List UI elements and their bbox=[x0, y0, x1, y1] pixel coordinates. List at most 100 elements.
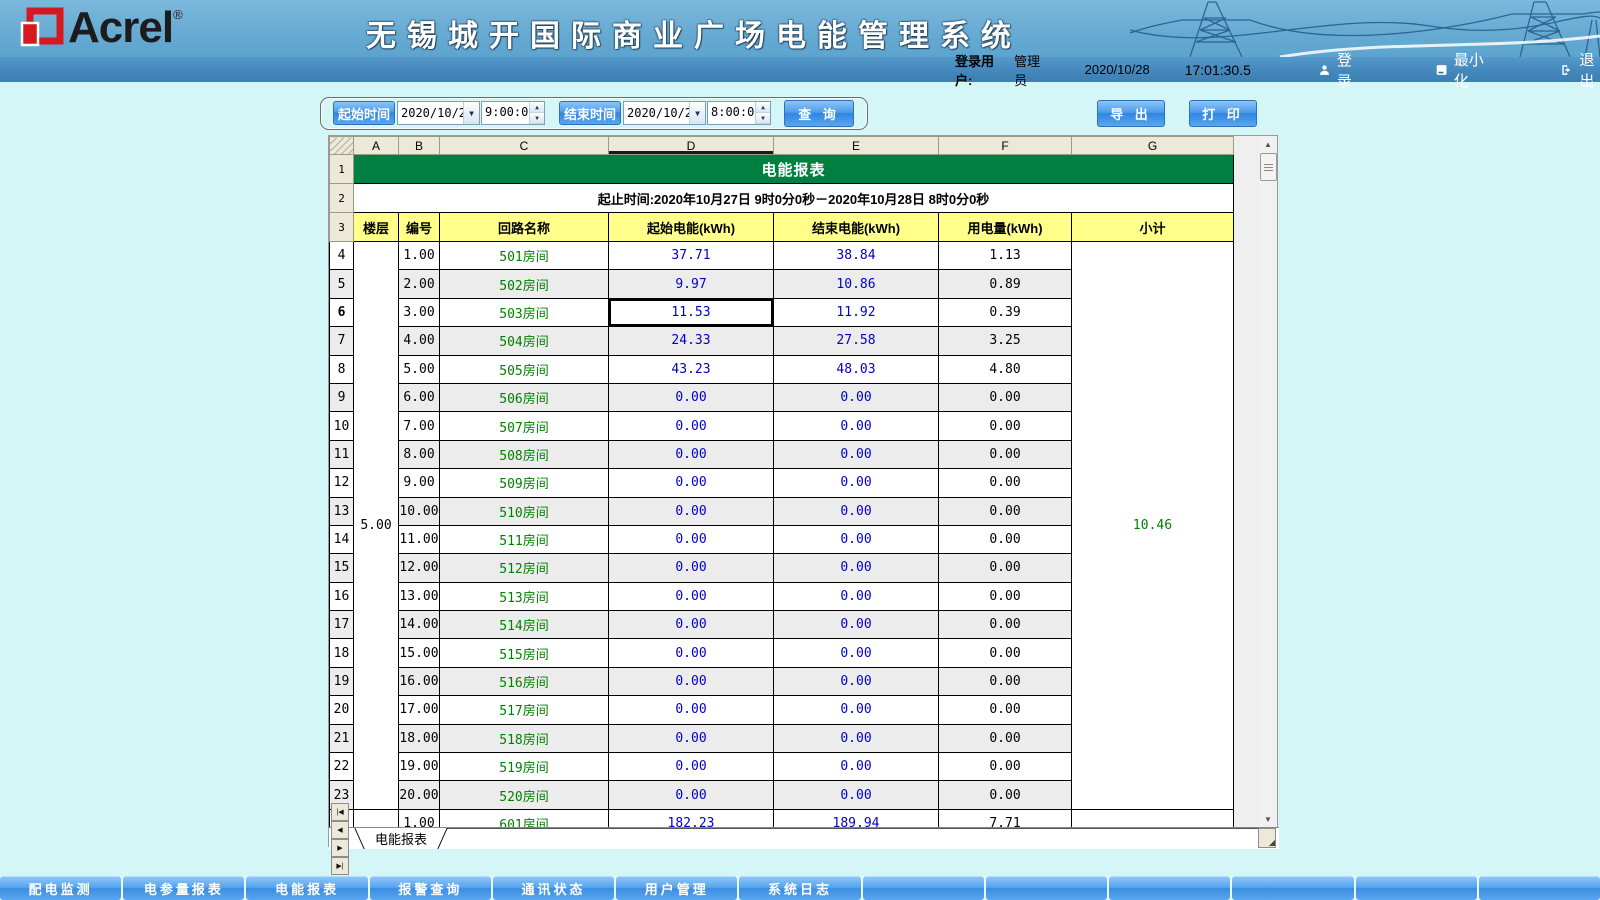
row-header-20[interactable]: 20 bbox=[330, 696, 354, 724]
nav-item-通讯状态[interactable]: 通讯状态 bbox=[493, 876, 614, 900]
cell-no-row14[interactable]: 11.00 bbox=[399, 525, 440, 553]
start-time-spinner[interactable]: 9:00:00 ▲▼ bbox=[481, 101, 545, 125]
cell-start-row10[interactable]: 0.00 bbox=[609, 412, 774, 440]
query-button[interactable]: 查 询 bbox=[784, 100, 854, 127]
cell-name-row18[interactable]: 515房间 bbox=[440, 639, 609, 667]
row-header-5[interactable]: 5 bbox=[330, 270, 354, 298]
cell-start-row12[interactable]: 0.00 bbox=[609, 469, 774, 497]
cell-end-row9[interactable]: 0.00 bbox=[774, 383, 939, 411]
login-button[interactable]: 登录 bbox=[1319, 49, 1358, 91]
cell-start-row22[interactable]: 0.00 bbox=[609, 753, 774, 781]
cell-start-row14[interactable]: 0.00 bbox=[609, 525, 774, 553]
cell-start-row16[interactable]: 0.00 bbox=[609, 582, 774, 610]
row-header-7[interactable]: 7 bbox=[330, 327, 354, 355]
cell-name-row9[interactable]: 506房间 bbox=[440, 383, 609, 411]
scroll-next-icon[interactable]: ▶ bbox=[331, 839, 349, 857]
field-header-3[interactable]: 起始电能(kWh) bbox=[609, 213, 774, 242]
cell-name-row15[interactable]: 512房间 bbox=[440, 554, 609, 582]
subtotal-cell-group1[interactable] bbox=[1072, 809, 1234, 827]
column-header-E[interactable]: E bbox=[774, 137, 939, 155]
cell-start-row17[interactable]: 0.00 bbox=[609, 611, 774, 639]
cell-end-row8[interactable]: 48.03 bbox=[774, 355, 939, 383]
cell-start-row9[interactable]: 0.00 bbox=[609, 383, 774, 411]
cell-usage-row20[interactable]: 0.00 bbox=[939, 696, 1072, 724]
cell-no-row10[interactable]: 7.00 bbox=[399, 412, 440, 440]
cell-no-row5[interactable]: 2.00 bbox=[399, 270, 440, 298]
nav-item-empty-9[interactable] bbox=[1109, 876, 1230, 900]
cell-end-row13[interactable]: 0.00 bbox=[774, 497, 939, 525]
minimize-button[interactable]: 最小化 bbox=[1436, 49, 1486, 91]
cell-name-row14[interactable]: 511房间 bbox=[440, 525, 609, 553]
cell-start-row4[interactable]: 37.71 bbox=[609, 242, 774, 270]
cell-start-row15[interactable]: 0.00 bbox=[609, 554, 774, 582]
cell-no-row21[interactable]: 18.00 bbox=[399, 724, 440, 752]
row-header-10[interactable]: 10 bbox=[330, 412, 354, 440]
column-header-B[interactable]: B bbox=[399, 137, 440, 155]
nav-item-电能报表[interactable]: 电能报表 bbox=[246, 876, 367, 900]
row-header-16[interactable]: 16 bbox=[330, 582, 354, 610]
cell-usage-row12[interactable]: 0.00 bbox=[939, 469, 1072, 497]
cell-no-row9[interactable]: 6.00 bbox=[399, 383, 440, 411]
print-button[interactable]: 打 印 bbox=[1189, 100, 1257, 127]
cell-usage-row9[interactable]: 0.00 bbox=[939, 383, 1072, 411]
subtotal-cell-group0[interactable]: 10.46 bbox=[1072, 242, 1234, 810]
chevron-down-icon[interactable]: ▼ bbox=[689, 102, 705, 124]
cell-name-row6[interactable]: 503房间 bbox=[440, 298, 609, 326]
start-date-dropdown[interactable]: 2020/10/27 ▼ bbox=[397, 101, 480, 125]
column-header-F[interactable]: F bbox=[939, 137, 1072, 155]
cell-no-row18[interactable]: 15.00 bbox=[399, 639, 440, 667]
report-title[interactable]: 电能报表 bbox=[354, 155, 1234, 184]
cell-usage-row10[interactable]: 0.00 bbox=[939, 412, 1072, 440]
cell-end-row24[interactable]: 189.94 bbox=[774, 809, 939, 827]
cell-usage-row13[interactable]: 0.00 bbox=[939, 497, 1072, 525]
row-header-13[interactable]: 13 bbox=[330, 497, 354, 525]
cell-start-row20[interactable]: 0.00 bbox=[609, 696, 774, 724]
cell-no-row6[interactable]: 3.00 bbox=[399, 298, 440, 326]
sheet-tab[interactable]: 电能报表 bbox=[355, 828, 447, 849]
nav-item-配电监测[interactable]: 配电监测 bbox=[0, 876, 121, 900]
cell-usage-row24[interactable]: 7.71 bbox=[939, 809, 1072, 827]
cell-no-row11[interactable]: 8.00 bbox=[399, 440, 440, 468]
end-time-spinner[interactable]: 8:00:00 ▲▼ bbox=[707, 101, 771, 125]
cell-start-row11[interactable]: 0.00 bbox=[609, 440, 774, 468]
field-header-1[interactable]: 编号 bbox=[399, 213, 440, 242]
cell-name-row8[interactable]: 505房间 bbox=[440, 355, 609, 383]
cell-no-row8[interactable]: 5.00 bbox=[399, 355, 440, 383]
column-header-G[interactable]: G bbox=[1072, 137, 1234, 155]
row-header-17[interactable]: 17 bbox=[330, 611, 354, 639]
cell-name-row10[interactable]: 507房间 bbox=[440, 412, 609, 440]
cell-usage-row17[interactable]: 0.00 bbox=[939, 611, 1072, 639]
cell-start-row6[interactable]: 11.53 bbox=[609, 298, 774, 326]
cell-no-row15[interactable]: 12.00 bbox=[399, 554, 440, 582]
cell-usage-row23[interactable]: 0.00 bbox=[939, 781, 1072, 809]
cell-no-row16[interactable]: 13.00 bbox=[399, 582, 440, 610]
cell-no-row20[interactable]: 17.00 bbox=[399, 696, 440, 724]
row-header-3[interactable]: 3 bbox=[330, 213, 354, 242]
cell-start-row18[interactable]: 0.00 bbox=[609, 639, 774, 667]
export-button[interactable]: 导 出 bbox=[1097, 100, 1165, 127]
cell-no-row13[interactable]: 10.00 bbox=[399, 497, 440, 525]
cell-usage-row15[interactable]: 0.00 bbox=[939, 554, 1072, 582]
cell-name-row21[interactable]: 518房间 bbox=[440, 724, 609, 752]
cell-end-row14[interactable]: 0.00 bbox=[774, 525, 939, 553]
nav-item-系统日志[interactable]: 系统日志 bbox=[739, 876, 860, 900]
spin-down-icon[interactable]: ▼ bbox=[530, 113, 544, 124]
cell-end-row12[interactable]: 0.00 bbox=[774, 469, 939, 497]
cell-end-row21[interactable]: 0.00 bbox=[774, 724, 939, 752]
cell-no-row19[interactable]: 16.00 bbox=[399, 667, 440, 695]
floor-cell-group1[interactable] bbox=[354, 809, 399, 827]
nav-item-empty-7[interactable] bbox=[863, 876, 984, 900]
cell-usage-row11[interactable]: 0.00 bbox=[939, 440, 1072, 468]
cell-start-row7[interactable]: 24.33 bbox=[609, 327, 774, 355]
floor-cell-group0[interactable]: 5.00 bbox=[354, 242, 399, 810]
spin-down-icon[interactable]: ▼ bbox=[756, 113, 770, 124]
row-header-2[interactable]: 2 bbox=[330, 184, 354, 213]
nav-item-empty-12[interactable] bbox=[1479, 876, 1600, 900]
cell-end-row6[interactable]: 11.92 bbox=[774, 298, 939, 326]
cell-no-row4[interactable]: 1.00 bbox=[399, 242, 440, 270]
cell-name-row17[interactable]: 514房间 bbox=[440, 611, 609, 639]
row-header-9[interactable]: 9 bbox=[330, 383, 354, 411]
report-period[interactable]: 起止时间:2020年10月27日 9时0分0秒－2020年10月28日 8时0分… bbox=[354, 184, 1234, 213]
cell-start-row13[interactable]: 0.00 bbox=[609, 497, 774, 525]
cell-name-row7[interactable]: 504房间 bbox=[440, 327, 609, 355]
